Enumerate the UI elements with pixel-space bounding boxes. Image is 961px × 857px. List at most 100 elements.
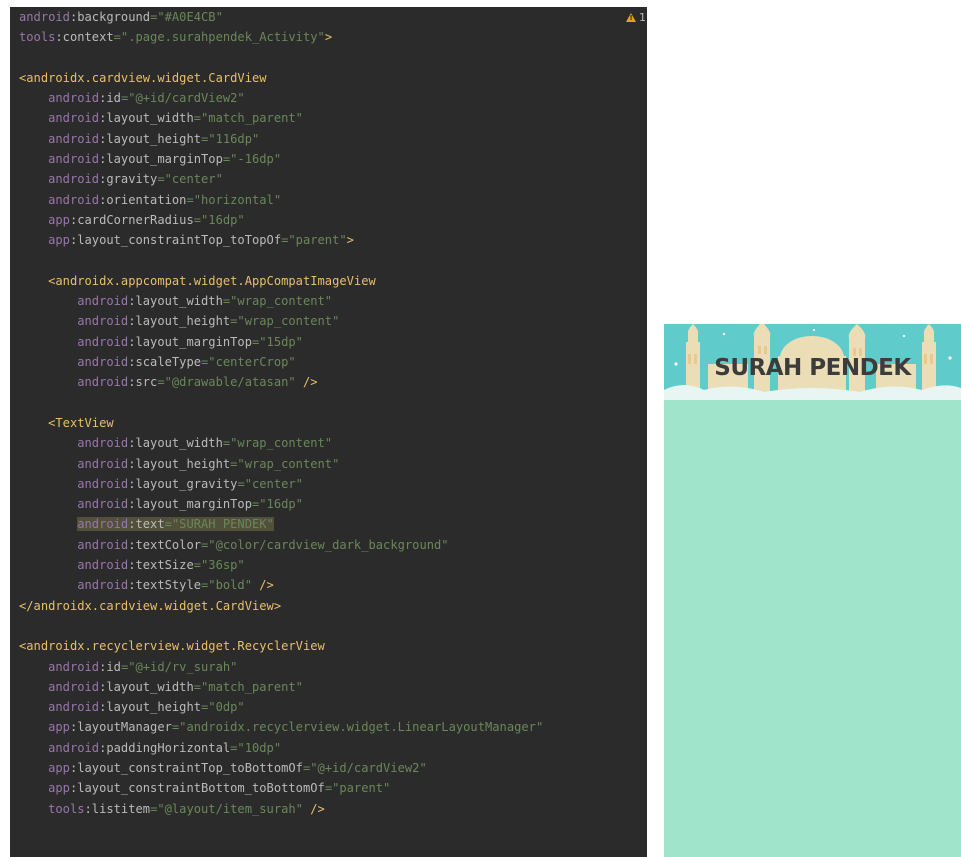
- code-line[interactable]: [19, 48, 543, 68]
- code-line[interactable]: android:layout_marginTop="15dp": [19, 332, 543, 352]
- code-token: ="@layout/item_surah": [150, 801, 303, 816]
- code-line[interactable]: [19, 393, 543, 413]
- code-token: ="16dp": [193, 212, 245, 227]
- warning-count: 1: [639, 11, 646, 24]
- code-token: :orientation: [99, 192, 187, 207]
- code-token: :layout_width: [128, 294, 223, 309]
- code-token: ="match_parent": [193, 679, 303, 694]
- code-token: app: [48, 212, 70, 227]
- code-token: :text: [128, 517, 165, 532]
- code-line[interactable]: android:gravity="center": [19, 169, 543, 189]
- warning-indicator[interactable]: 1: [626, 11, 646, 25]
- code-token: ="@color/cardview_dark_background": [201, 537, 449, 552]
- code-line[interactable]: android:layout_marginTop="16dp": [19, 494, 543, 514]
- code-line[interactable]: <androidx.appcompat.widget.AppCompatImag…: [19, 271, 543, 291]
- layout-preview[interactable]: SURAH PENDEK: [664, 324, 961, 857]
- code-token: <androidx.recyclerview.widget.RecyclerVi…: [19, 639, 325, 654]
- code-line[interactable]: android:src="@drawable/atasan" />: [19, 372, 543, 392]
- code-token: :layout_width: [99, 679, 194, 694]
- code-token: tools: [48, 801, 85, 816]
- code-line[interactable]: android:layout_marginTop="-16dp": [19, 149, 543, 169]
- code-line[interactable]: android:layout_height="wrap_content": [19, 311, 543, 331]
- code-token: android: [77, 375, 129, 390]
- code-token: :id: [99, 659, 121, 674]
- code-token: ="SURAH PENDEK": [164, 517, 274, 532]
- code-line[interactable]: [19, 616, 543, 636]
- code-lines[interactable]: android:background="#A0E4CB" tools:contex…: [19, 7, 543, 819]
- code-line[interactable]: android:id="@+id/rv_surah": [19, 657, 543, 677]
- code-token: ="center": [237, 476, 303, 491]
- card-view: SURAH PENDEK: [664, 324, 961, 400]
- code-token: android: [48, 91, 100, 106]
- code-line[interactable]: android:paddingHorizontal="10dp": [19, 738, 543, 758]
- code-line[interactable]: app:cardCornerRadius="16dp": [19, 210, 543, 230]
- code-token: android: [48, 659, 100, 674]
- code-line[interactable]: app:layout_constraintTop_toBottomOf="@+i…: [19, 758, 543, 778]
- code-token: android: [77, 314, 129, 329]
- code-token: :context: [55, 30, 114, 45]
- code-line[interactable]: android:layout_width="match_parent": [19, 677, 543, 697]
- code-token: android: [77, 558, 129, 573]
- code-token: android: [77, 537, 129, 552]
- code-token: :layout_gravity: [128, 476, 238, 491]
- code-token: ="16dp": [252, 497, 303, 512]
- code-line[interactable]: app:layoutManager="androidx.recyclerview…: [19, 717, 543, 737]
- code-token: android: [48, 131, 100, 146]
- code-token: android: [48, 192, 100, 207]
- code-line[interactable]: <androidx.cardview.widget.CardView: [19, 68, 543, 88]
- code-line[interactable]: </androidx.cardview.widget.CardView>: [19, 596, 543, 616]
- code-token: :scaleType: [128, 355, 202, 370]
- code-token: ="wrap_content": [222, 294, 333, 309]
- code-editor[interactable]: 1 android:background="#A0E4CB"tools:cont…: [10, 7, 647, 857]
- code-token: ="parent": [281, 233, 347, 248]
- recycler-view[interactable]: [664, 400, 961, 857]
- code-token: ="centerCrop": [201, 355, 296, 370]
- code-token: :layoutManager: [69, 720, 172, 735]
- code-token: android: [48, 700, 100, 715]
- code-token: ="wrap_content": [230, 456, 340, 471]
- code-token: <TextView: [48, 415, 114, 430]
- code-line[interactable]: android:layout_width="wrap_content": [19, 433, 543, 453]
- code-line[interactable]: tools:context=".page.surahpendek_Activit…: [19, 27, 543, 47]
- code-token: ="116dp": [201, 131, 260, 146]
- workspace: 1 android:background="#A0E4CB"tools:cont…: [0, 0, 961, 857]
- code-line[interactable]: android:layout_width="wrap_content": [19, 291, 543, 311]
- code-line[interactable]: app:layout_constraintTop_toTopOf="parent…: [19, 230, 543, 250]
- code-line[interactable]: android:layout_width="match_parent": [19, 108, 543, 128]
- code-line[interactable]: android:textColor="@color/cardview_dark_…: [19, 535, 543, 555]
- code-line[interactable]: android:layout_height="116dp": [19, 129, 543, 149]
- code-line[interactable]: [19, 251, 543, 271]
- code-line[interactable]: android:text="SURAH PENDEK": [19, 514, 543, 534]
- code-line[interactable]: android:layout_height="0dp": [19, 697, 543, 717]
- code-token: :listitem: [84, 801, 151, 816]
- code-token: />: [302, 801, 325, 816]
- code-line[interactable]: android:textStyle="bold" />: [19, 575, 543, 595]
- code-line[interactable]: android:orientation="horizontal": [19, 190, 543, 210]
- code-line[interactable]: <TextView: [19, 413, 543, 433]
- code-token: android: [48, 172, 100, 187]
- code-line[interactable]: android:scaleType="centerCrop": [19, 352, 543, 372]
- code-line[interactable]: android:textSize="36sp": [19, 555, 543, 575]
- card-title: SURAH PENDEK: [714, 355, 911, 381]
- code-line[interactable]: tools:listitem="@layout/item_surah" />: [19, 799, 543, 819]
- code-line[interactable]: <androidx.recyclerview.widget.RecyclerVi…: [19, 636, 543, 656]
- code-line[interactable]: app:layout_constraintBottom_toBottomOf="…: [19, 778, 543, 798]
- code-line[interactable]: android:id="@+id/cardView2": [19, 88, 543, 108]
- code-token: :gravity: [99, 172, 158, 187]
- code-line[interactable]: android:background="#A0E4CB": [19, 7, 543, 27]
- code-token: :layout_marginTop: [128, 497, 252, 512]
- code-line[interactable]: android:layout_gravity="center": [19, 474, 543, 494]
- code-line[interactable]: android:layout_height="wrap_content": [19, 454, 543, 474]
